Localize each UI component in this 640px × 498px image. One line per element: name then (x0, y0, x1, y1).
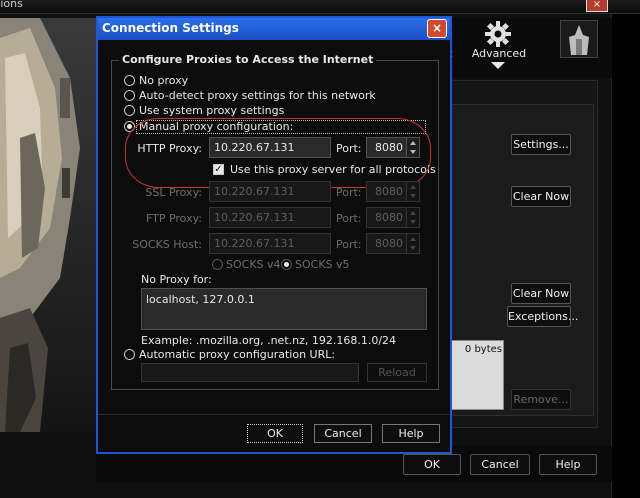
options-help-button[interactable]: Help (539, 454, 597, 475)
dialog-help-button[interactable]: Help (382, 424, 440, 443)
exceptions-button[interactable]: Exceptions... (507, 306, 578, 327)
socks-v5-radio[interactable] (281, 259, 292, 270)
remove-button[interactable]: Remove... (511, 389, 571, 410)
dialog-cancel-button[interactable]: Cancel (314, 424, 372, 443)
clear-offline-button[interactable]: Clear Now (511, 283, 571, 304)
no-proxy-for-textarea[interactable]: localhost, 127.0.0.1 (141, 288, 427, 330)
ssl-port-label: Port: (336, 186, 362, 199)
no-proxy-label[interactable]: No proxy (139, 74, 188, 87)
ssl-proxy-input[interactable]: 10.220.67.131 (209, 181, 331, 202)
ssl-port-spinner[interactable] (406, 181, 420, 202)
auto-detect-label[interactable]: Auto-detect proxy settings for this netw… (139, 89, 376, 102)
use-for-all-label[interactable]: Use this proxy server for all protocols (230, 163, 436, 176)
advanced-tab-label[interactable]: Advanced (468, 47, 530, 60)
use-for-all-checkbox[interactable]: ✓ (213, 164, 224, 175)
manual-proxy-label[interactable]: Manual proxy configuration: (139, 120, 293, 133)
socks-port-spinner[interactable] (406, 233, 420, 254)
clear-cache-button[interactable]: Clear Now (511, 186, 571, 207)
options-ok-button[interactable]: OK (403, 454, 461, 475)
socks-v4-radio[interactable] (212, 259, 223, 270)
ssl-proxy-label: SSL Proxy: (145, 186, 202, 199)
socks-port-input[interactable]: 8080 (366, 233, 408, 254)
dialog-ok-button[interactable]: OK (247, 424, 303, 443)
http-port-input[interactable]: 8080 (366, 137, 408, 158)
ftp-proxy-input[interactable]: 10.220.67.131 (209, 207, 331, 228)
socks-v5-label[interactable]: SOCKS v5 (295, 258, 350, 271)
ftp-proxy-label: FTP Proxy: (145, 212, 202, 225)
space-shuttle-image (0, 18, 96, 432)
auto-config-url-input[interactable] (141, 363, 359, 382)
system-proxy-radio[interactable] (124, 105, 135, 116)
dialog-close-button[interactable]: × (427, 19, 447, 38)
options-cancel-button[interactable]: Cancel (470, 454, 530, 475)
background-close-button[interactable]: × (586, 0, 608, 12)
settings-button[interactable]: Settings... (511, 134, 571, 155)
socks-port-label: Port: (336, 238, 362, 251)
http-proxy-label: HTTP Proxy: (137, 142, 202, 155)
ftp-port-label: Port: (336, 212, 362, 225)
no-proxy-radio[interactable] (124, 75, 135, 86)
no-proxy-example: Example: .mozilla.org, .net.nz, 192.168.… (141, 334, 397, 347)
auto-config-label[interactable]: Automatic proxy configuration URL: (139, 348, 335, 361)
selected-tab-arrow-icon (491, 62, 505, 69)
http-port-spinner[interactable] (406, 137, 420, 158)
offline-storage-size: 0 bytes (464, 344, 502, 355)
ftp-port-spinner[interactable] (406, 207, 420, 228)
http-proxy-input[interactable]: 10.220.67.131 (209, 137, 331, 158)
system-proxy-label[interactable]: Use system proxy settings (139, 104, 284, 117)
ssl-port-input[interactable]: 8080 (366, 181, 408, 202)
reload-button[interactable]: Reload (367, 363, 427, 382)
advanced-gear-icon[interactable] (484, 20, 512, 48)
socks-v4-label[interactable]: SOCKS v4 (226, 258, 281, 271)
proxy-group-label: Configure Proxies to Access the Internet (119, 53, 377, 66)
background-titlebar: tions (0, 0, 640, 14)
socks-host-label: SOCKS Host: (132, 238, 202, 251)
tower-icon[interactable] (560, 20, 598, 58)
ftp-port-input[interactable]: 8080 (366, 207, 408, 228)
http-port-label: Port: (336, 142, 362, 155)
background-window-title: tions (0, 0, 23, 10)
no-proxy-for-label: No Proxy for: (141, 273, 212, 286)
socks-host-input[interactable]: 10.220.67.131 (209, 233, 331, 254)
manual-proxy-radio[interactable] (124, 121, 135, 132)
auto-detect-radio[interactable] (124, 90, 135, 101)
auto-config-radio[interactable] (124, 349, 135, 360)
dialog-title: Connection Settings (102, 21, 239, 35)
